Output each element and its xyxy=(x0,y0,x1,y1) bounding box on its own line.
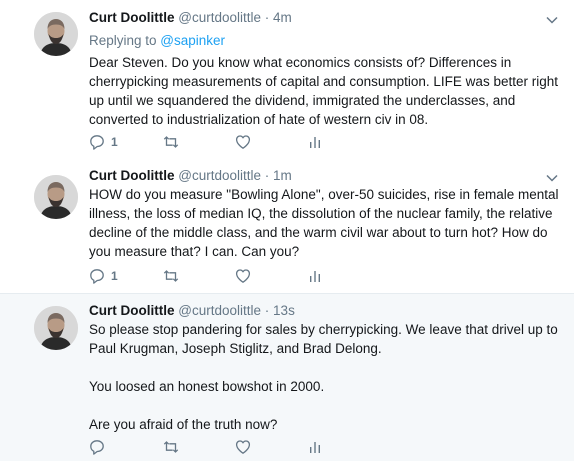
timestamp[interactable]: 13s xyxy=(273,303,295,318)
like-button[interactable] xyxy=(235,134,251,150)
tweet-paragraph: You loosed an honest bowshot in 2000. xyxy=(89,379,325,394)
replying-to: Replying to @sapinker xyxy=(89,33,225,48)
tweet-header: Curt Doolittle @curtdoolittle · 13s xyxy=(89,303,295,318)
tweet-header: Curt Doolittle @curtdoolittle · 1m xyxy=(89,168,292,183)
analytics-icon xyxy=(307,439,323,455)
tweet-paragraph: HOW do you measure "Bowling Alone", over… xyxy=(89,187,559,259)
separator: · xyxy=(264,303,270,318)
tweet-text: Dear Steven. Do you know what economics … xyxy=(89,53,564,129)
tweet-paragraph: Are you afraid of the truth now? xyxy=(89,417,278,432)
author-name[interactable]: Curt Doolittle xyxy=(89,10,175,25)
reply-icon xyxy=(89,134,105,150)
chevron-down-icon[interactable] xyxy=(545,15,559,25)
heart-icon xyxy=(235,134,251,150)
reply-icon xyxy=(89,268,105,284)
reply-button[interactable]: 1 xyxy=(89,268,118,284)
avatar[interactable] xyxy=(34,306,78,350)
analytics-button[interactable] xyxy=(307,268,323,284)
tweet[interactable]: Curt Doolittle @curtdoolittle · 4m Reply… xyxy=(0,0,574,163)
tweet-paragraph: So please stop pandering for sales by ch… xyxy=(89,322,558,356)
reply-button[interactable]: 1 xyxy=(89,134,118,150)
analytics-button[interactable] xyxy=(307,134,323,150)
timestamp[interactable]: 4m xyxy=(273,10,292,25)
chevron-down-icon[interactable] xyxy=(545,173,559,183)
author-handle[interactable]: @curtdoolittle xyxy=(178,10,261,25)
retweet-icon xyxy=(163,439,179,455)
replying-prefix: Replying to xyxy=(89,33,161,48)
reply-count: 1 xyxy=(111,269,118,283)
timestamp[interactable]: 1m xyxy=(273,168,292,183)
analytics-button[interactable] xyxy=(307,439,323,455)
reply-icon xyxy=(89,439,105,455)
analytics-icon xyxy=(307,268,323,284)
tweet-paragraph: Dear Steven. Do you know what economics … xyxy=(89,55,558,127)
tweet-text: HOW do you measure "Bowling Alone", over… xyxy=(89,185,564,261)
retweet-icon xyxy=(163,268,179,284)
tweet-actions: 1 xyxy=(89,268,369,284)
reply-count: 1 xyxy=(111,135,118,149)
tweet-header: Curt Doolittle @curtdoolittle · 4m xyxy=(89,10,292,25)
tweet-actions: 1 xyxy=(89,134,369,150)
tweet[interactable]: Curt Doolittle @curtdoolittle · 1m HOW d… xyxy=(0,163,574,293)
like-button[interactable] xyxy=(235,439,251,455)
retweet-button[interactable] xyxy=(163,134,179,150)
tweet-actions xyxy=(89,439,369,455)
analytics-icon xyxy=(307,134,323,150)
author-name[interactable]: Curt Doolittle xyxy=(89,303,175,318)
like-button[interactable] xyxy=(235,268,251,284)
author-name[interactable]: Curt Doolittle xyxy=(89,168,175,183)
avatar[interactable] xyxy=(34,12,78,56)
tweet-text: So please stop pandering for sales by ch… xyxy=(89,320,564,434)
heart-icon xyxy=(235,439,251,455)
author-handle[interactable]: @curtdoolittle xyxy=(178,303,261,318)
avatar[interactable] xyxy=(34,175,78,219)
separator: · xyxy=(264,168,270,183)
reply-button[interactable] xyxy=(89,439,111,455)
separator: · xyxy=(264,10,270,25)
heart-icon xyxy=(235,268,251,284)
retweet-icon xyxy=(163,134,179,150)
mention-link[interactable]: @sapinker xyxy=(160,33,225,48)
author-handle[interactable]: @curtdoolittle xyxy=(178,168,261,183)
retweet-button[interactable] xyxy=(163,439,179,455)
tweet[interactable]: Curt Doolittle @curtdoolittle · 13s So p… xyxy=(0,293,574,461)
retweet-button[interactable] xyxy=(163,268,179,284)
